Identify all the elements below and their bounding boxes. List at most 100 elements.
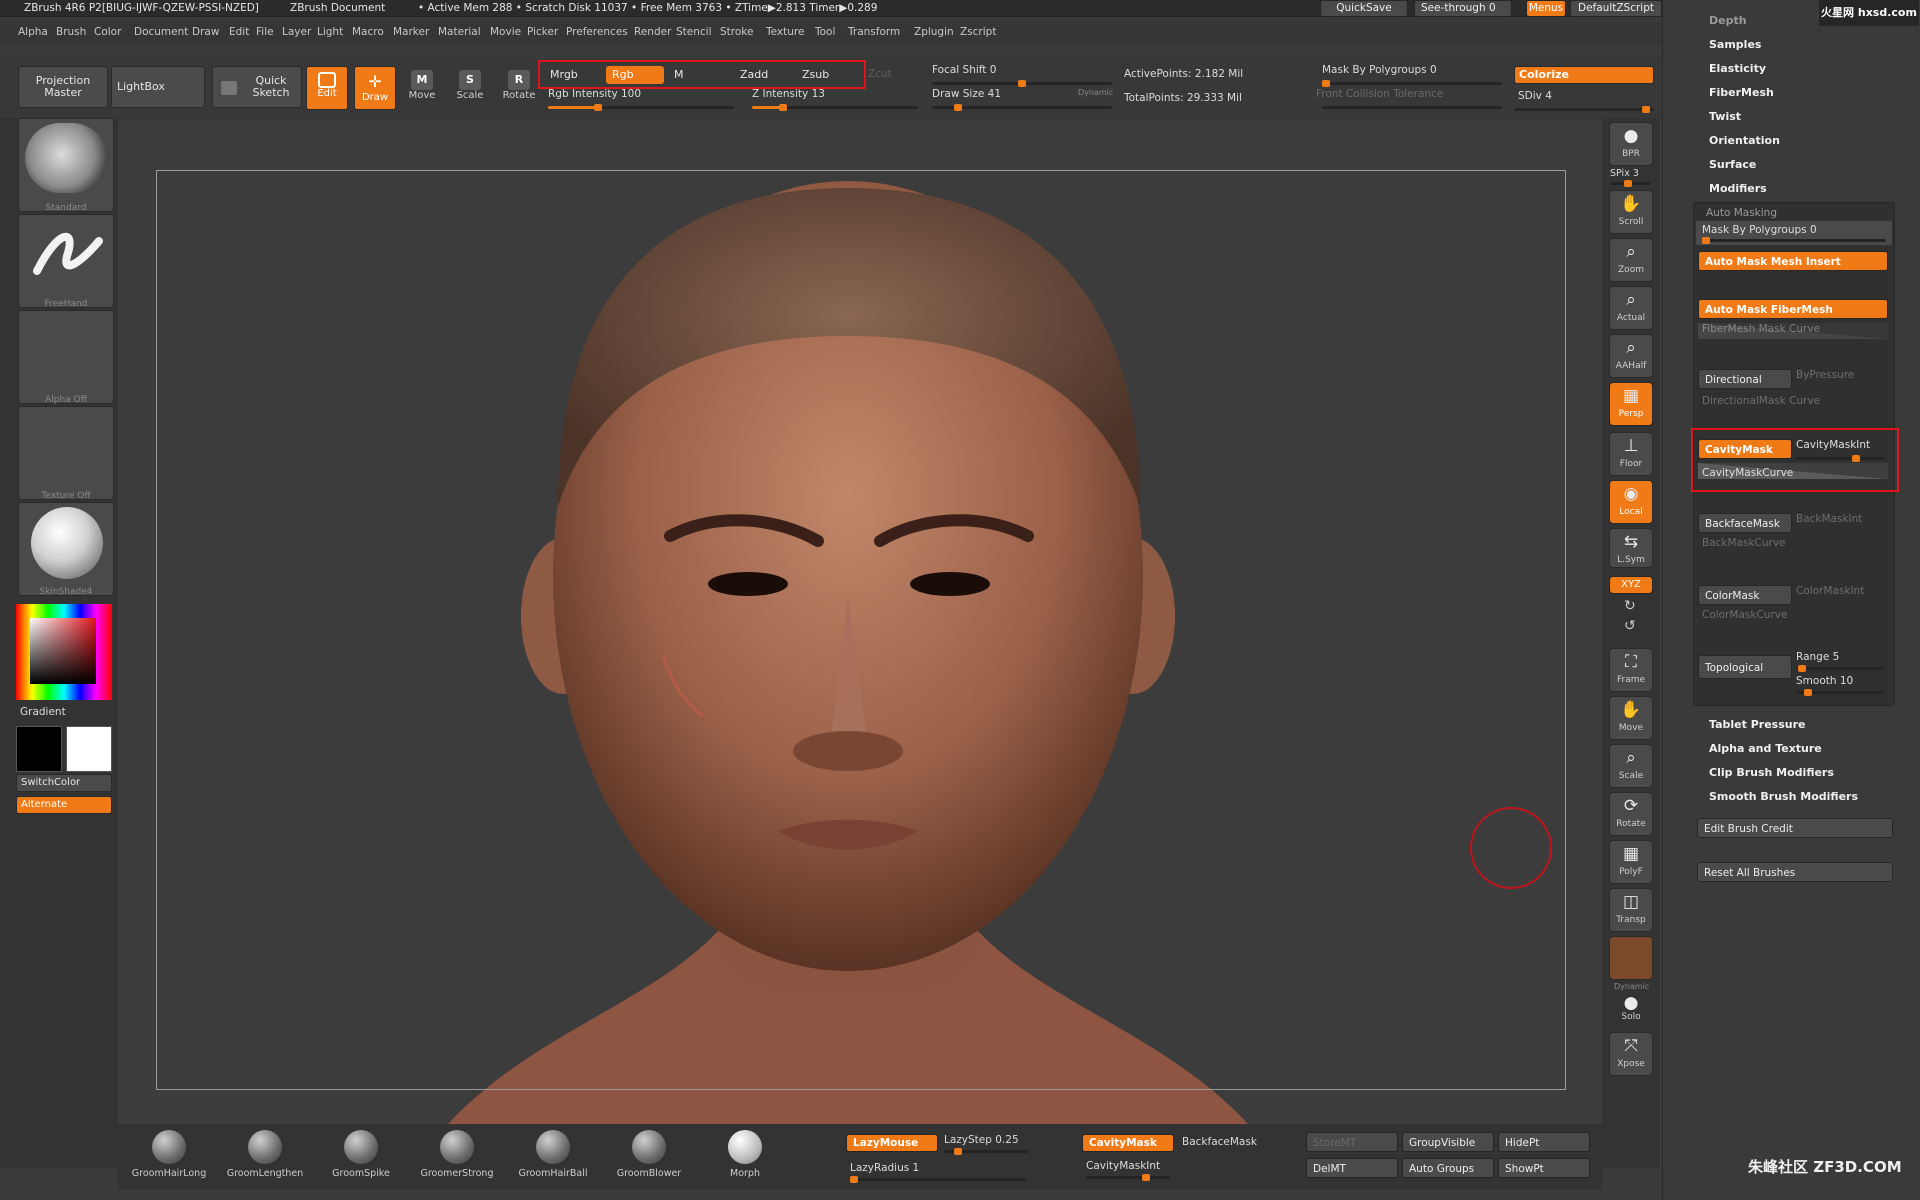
delmt-button[interactable]: DelMT: [1306, 1158, 1398, 1178]
stroke-selector[interactable]: FreeHand: [18, 214, 114, 309]
smooth-slider[interactable]: [1796, 689, 1884, 696]
showpt-button[interactable]: ShowPt: [1498, 1158, 1590, 1178]
lsym-toggle[interactable]: ⇆ L.Sym: [1609, 528, 1653, 568]
brush-groomspike[interactable]: GroomSpike: [316, 1130, 406, 1179]
rotate-button[interactable]: R Rotate: [500, 70, 538, 110]
menu-stroke[interactable]: Stroke: [720, 26, 753, 38]
brush-groomblower[interactable]: GroomBlower: [604, 1130, 694, 1179]
topological-toggle[interactable]: Topological: [1698, 655, 1792, 679]
lazystep-slider[interactable]: [944, 1148, 1028, 1155]
rotate-z-icon[interactable]: ↺: [1624, 618, 1636, 634]
xpose-button[interactable]: ⤧ Xpose: [1609, 1032, 1653, 1076]
cavitymask-shelf-toggle[interactable]: CavityMask: [1082, 1134, 1174, 1152]
z-intensity-slider[interactable]: [752, 104, 918, 111]
menu-alpha[interactable]: Alpha: [18, 26, 48, 38]
material-selector[interactable]: SkinShade4: [18, 502, 114, 597]
colormaskcurve[interactable]: ColorMaskCurve: [1702, 609, 1787, 621]
menu-edit[interactable]: Edit: [229, 26, 249, 38]
range-slider[interactable]: [1796, 665, 1884, 672]
texture-selector[interactable]: Texture Off: [18, 406, 114, 501]
alpha-texture-header[interactable]: Alpha and Texture: [1709, 742, 1822, 755]
menu-material[interactable]: Material: [438, 26, 481, 38]
rotate-view-button[interactable]: ⟳ Rotate: [1609, 792, 1653, 836]
menu-brush[interactable]: Brush: [56, 26, 86, 38]
elasticity-header[interactable]: Elasticity: [1709, 62, 1766, 75]
brush-groomlengthen[interactable]: GroomLengthen: [220, 1130, 310, 1179]
brush-groomhairlong[interactable]: GroomHairLong: [124, 1130, 214, 1179]
scroll-button[interactable]: ✋ Scroll: [1609, 190, 1653, 234]
brush-morph[interactable]: Morph: [700, 1130, 790, 1179]
polyf-toggle[interactable]: ▦ PolyF: [1609, 840, 1653, 884]
cavitymaskint-shelf-slider[interactable]: [1086, 1174, 1170, 1181]
menu-zplugin[interactable]: Zplugin: [914, 26, 954, 38]
frame-button[interactable]: ⛶ Frame: [1609, 648, 1653, 692]
color-picker[interactable]: [16, 604, 112, 700]
auto-mask-fibermesh-toggle[interactable]: Auto Mask FiberMesh: [1698, 299, 1888, 319]
backmaskcurve[interactable]: BackMaskCurve: [1702, 537, 1786, 549]
ghost-toggle[interactable]: [1609, 936, 1653, 980]
fibermesh-header[interactable]: FiberMesh: [1709, 86, 1774, 99]
move-button[interactable]: M Move: [404, 70, 440, 110]
mask-by-polygroups-slider[interactable]: Mask By Polygroups 0: [1696, 221, 1892, 245]
menu-color[interactable]: Color: [94, 26, 121, 38]
menu-zscript[interactable]: Zscript: [960, 26, 996, 38]
directional-toggle[interactable]: Directional: [1698, 369, 1792, 389]
fibermesh-mask-curve[interactable]: [1698, 323, 1888, 339]
depth-header[interactable]: Depth: [1709, 14, 1747, 27]
front-collision-slider[interactable]: [1322, 106, 1502, 109]
menu-draw[interactable]: Draw: [192, 26, 219, 38]
menu-light[interactable]: Light: [317, 26, 343, 38]
draw-size-slider[interactable]: [932, 104, 1112, 111]
color-square[interactable]: [30, 618, 96, 684]
floor-toggle[interactable]: ⊥ Floor: [1609, 432, 1653, 476]
dynamic-toggle[interactable]: Dynamic: [1078, 88, 1113, 97]
scale-view-button[interactable]: ⌕ Scale: [1609, 744, 1653, 788]
smooth-brush-modifiers-header[interactable]: Smooth Brush Modifiers: [1709, 790, 1858, 803]
mask-by-polygroups-slider[interactable]: [1322, 80, 1502, 87]
alternate-toggle[interactable]: Alternate: [16, 796, 112, 814]
move-view-button[interactable]: ✋ Move: [1609, 696, 1653, 740]
projection-master-button[interactable]: Projection Master: [18, 66, 108, 108]
lazymouse-toggle[interactable]: LazyMouse: [846, 1134, 938, 1152]
surface-header[interactable]: Surface: [1709, 158, 1756, 171]
menu-layer[interactable]: Layer: [282, 26, 311, 38]
menu-stencil[interactable]: Stencil: [676, 26, 712, 38]
local-toggle[interactable]: ◉ Local: [1609, 480, 1653, 524]
menu-file[interactable]: File: [256, 26, 274, 38]
brush-groomhairball[interactable]: GroomHairBall: [508, 1130, 598, 1179]
auto-mask-mesh-insert-toggle[interactable]: Auto Mask Mesh Insert: [1698, 251, 1888, 271]
zoom-button[interactable]: ⌕ Zoom: [1609, 238, 1653, 282]
actual-button[interactable]: ⌕ Actual: [1609, 286, 1653, 330]
directional-mask-curve[interactable]: DirectionalMask Curve: [1702, 395, 1820, 407]
bpr-button[interactable]: ● BPR: [1609, 122, 1653, 166]
reset-all-brushes-button[interactable]: Reset All Brushes: [1697, 862, 1893, 882]
menu-render[interactable]: Render: [634, 26, 671, 38]
rgb-intensity-slider[interactable]: [548, 104, 734, 111]
colormask-toggle[interactable]: ColorMask: [1698, 585, 1792, 605]
edit-brush-credit-button[interactable]: Edit Brush Credit: [1697, 818, 1893, 838]
groupvisible-button[interactable]: GroupVisible: [1402, 1132, 1494, 1152]
persp-toggle[interactable]: ▦ Persp: [1609, 382, 1653, 426]
focal-shift-slider[interactable]: [932, 80, 1112, 87]
menu-tool[interactable]: Tool: [815, 26, 835, 38]
menu-movie[interactable]: Movie: [490, 26, 521, 38]
main-color-swatch[interactable]: [16, 726, 62, 772]
menu-texture[interactable]: Texture: [766, 26, 804, 38]
colormaskint-slider[interactable]: ColorMaskInt: [1796, 585, 1864, 597]
quick-sketch-button[interactable]: Quick Sketch: [212, 66, 302, 108]
lightbox-button[interactable]: LightBox: [111, 66, 205, 108]
secondary-color-swatch[interactable]: [66, 726, 112, 772]
menu-marker[interactable]: Marker: [393, 26, 429, 38]
brush-groomerstrong[interactable]: GroomerStrong: [412, 1130, 502, 1179]
auto-groups-button[interactable]: Auto Groups: [1402, 1158, 1494, 1178]
colorize-toggle[interactable]: Colorize: [1514, 66, 1654, 84]
draw-button[interactable]: ✛ Draw: [354, 66, 396, 110]
aahalf-button[interactable]: ⌕ AAHalf: [1609, 334, 1653, 378]
rotate-y-icon[interactable]: ↻: [1624, 598, 1636, 614]
auto-masking-header[interactable]: Auto Masking: [1706, 207, 1777, 219]
alpha-selector[interactable]: Alpha Off: [18, 310, 114, 405]
tablet-pressure-header[interactable]: Tablet Pressure: [1709, 718, 1805, 731]
menu-document[interactable]: Document: [134, 26, 188, 38]
switchcolor-button[interactable]: SwitchColor: [16, 774, 112, 792]
see-through-slider[interactable]: See-through 0: [1414, 0, 1512, 17]
